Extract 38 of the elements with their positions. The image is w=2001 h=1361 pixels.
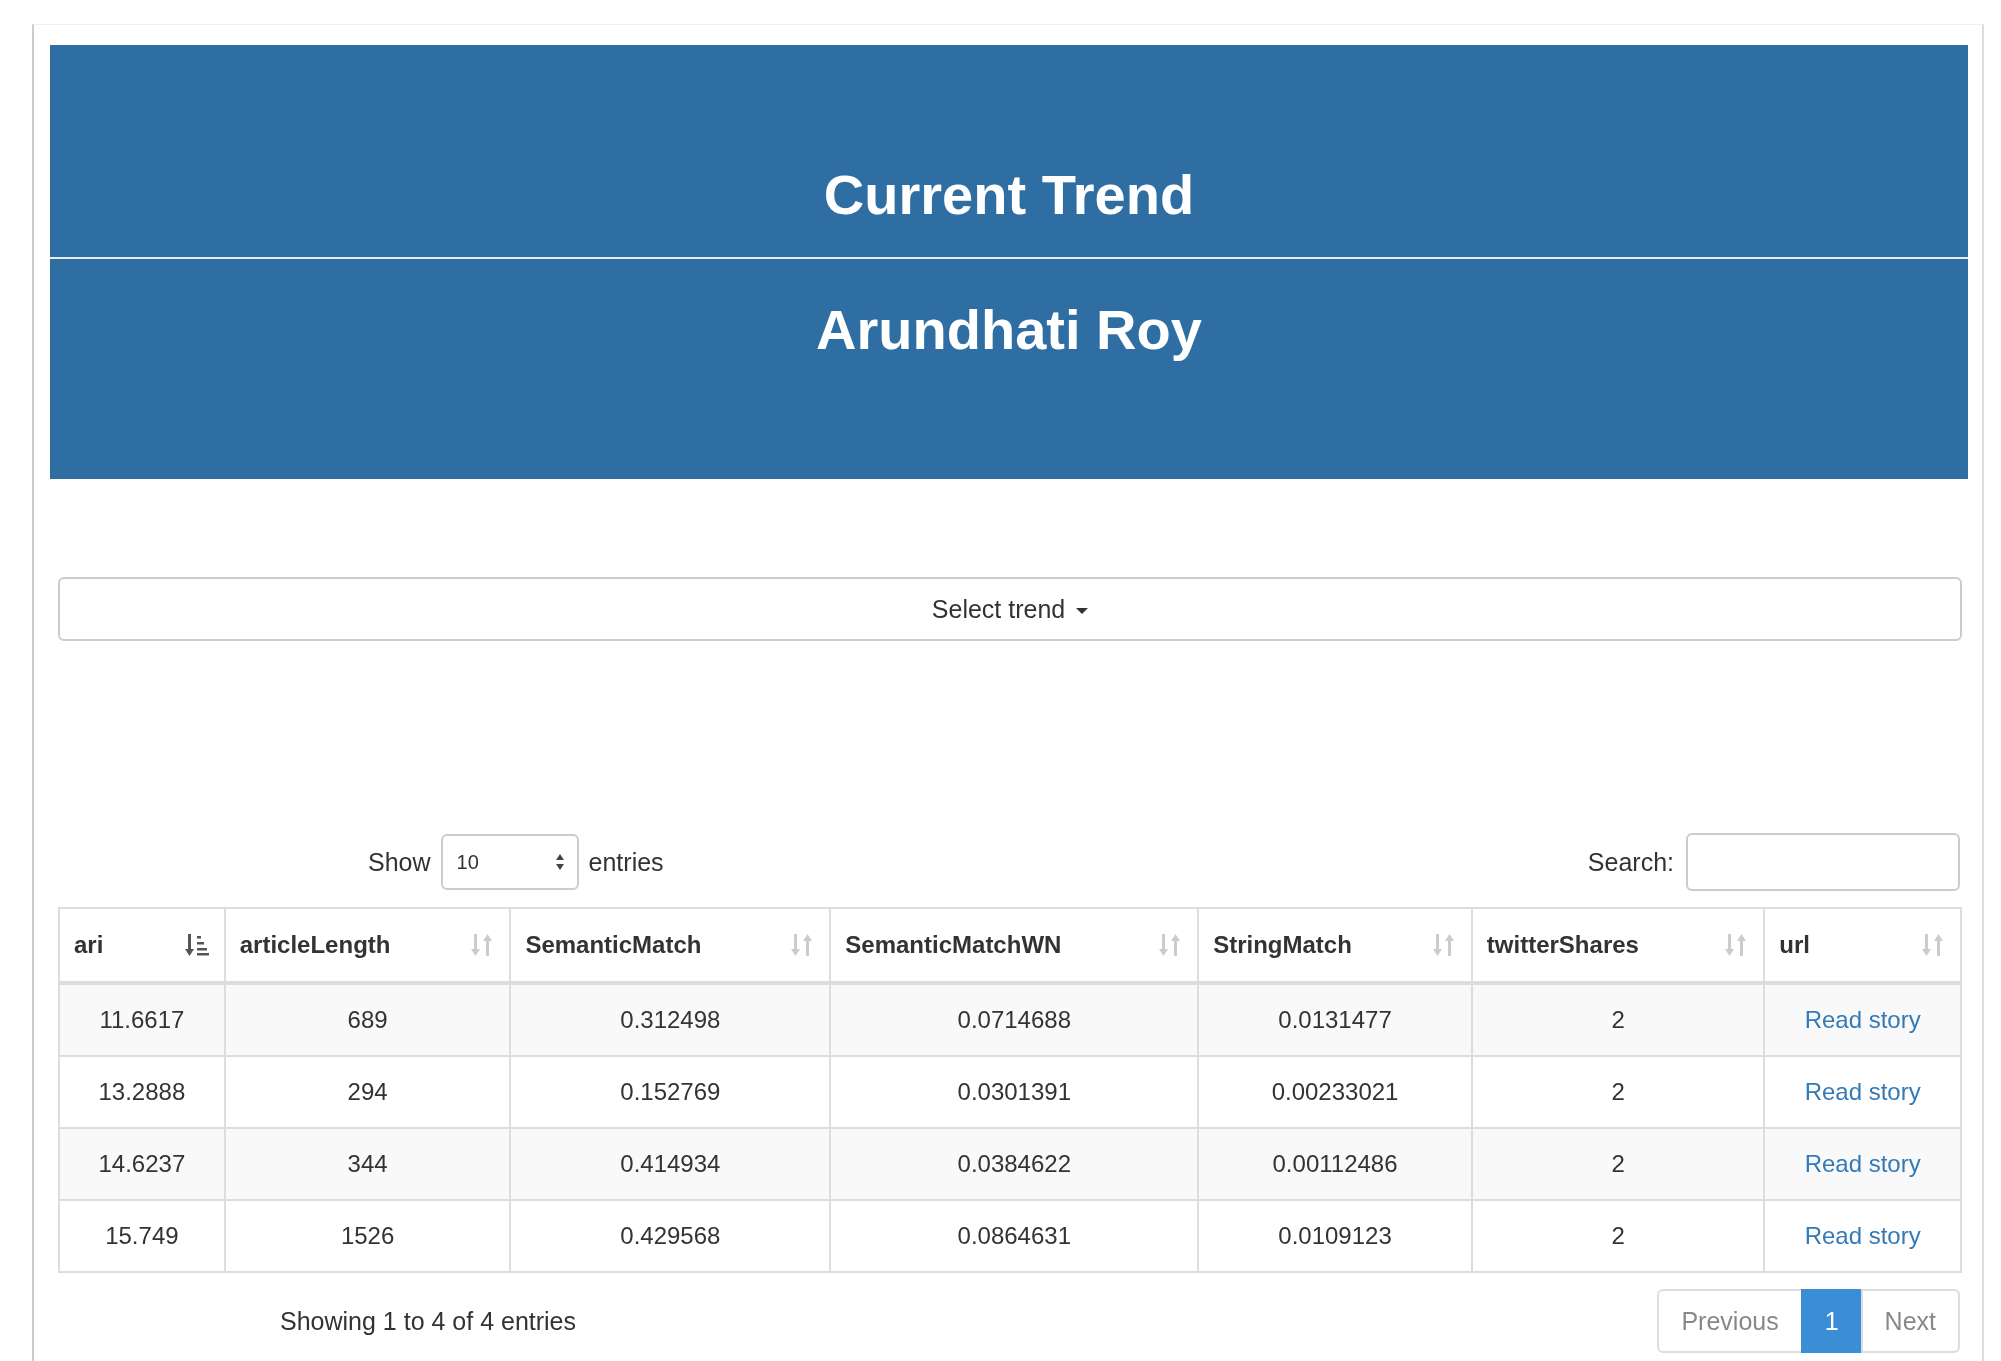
table-cell: 0.0384622 — [957, 1150, 1071, 1177]
banner-title: Current Trend — [823, 162, 1195, 227]
table-cell: 0.414934 — [620, 1150, 721, 1177]
page-button[interactable]: Previous — [1657, 1289, 1803, 1353]
table-cell: 344 — [347, 1150, 388, 1177]
updown-icon — [554, 853, 565, 871]
table-cell: 1526 — [340, 1222, 395, 1249]
table-cell: 0.0109123 — [1278, 1222, 1392, 1249]
entries-info: Showing 1 to 4 of 4 entries — [280, 1306, 577, 1336]
table-cell: 0.0714688 — [957, 1006, 1071, 1033]
table-cell: 0.429568 — [620, 1222, 721, 1249]
caret-icon — [1076, 607, 1089, 614]
table-cell: 0.00112486 — [1272, 1150, 1398, 1177]
entries-select[interactable]: 10 — [440, 834, 579, 890]
table-cell: 2 — [1611, 1222, 1625, 1249]
table-cell: 2 — [1611, 1150, 1625, 1177]
table-cell: 2 — [1611, 1078, 1625, 1105]
table-cell: 15.749 — [105, 1222, 179, 1249]
entries-label: entries — [588, 847, 664, 877]
table-cell: 14.6237 — [98, 1150, 186, 1177]
page-button[interactable]: 1 — [1800, 1289, 1863, 1353]
table-cell: 0.0864631 — [957, 1222, 1071, 1249]
table-cell: 2 — [1611, 1006, 1625, 1033]
banner-subtitle: Arundhati Roy — [816, 297, 1202, 362]
table-cell: 294 — [347, 1078, 388, 1105]
page-button[interactable]: Next — [1860, 1289, 1960, 1353]
table-cell: 0.0301391 — [957, 1078, 1071, 1105]
select-trend-dropdown[interactable]: Select trend — [58, 577, 1962, 641]
show-label: Show — [368, 847, 431, 877]
table-cell: 0.312498 — [620, 1006, 721, 1033]
table-cell: 0.152769 — [620, 1078, 721, 1105]
search-label: Search: — [1587, 847, 1674, 877]
table-cell: 689 — [347, 1006, 388, 1033]
table-cell: 0.0131477 — [1278, 1006, 1392, 1033]
table-cell: 0.00233021 — [1271, 1078, 1399, 1105]
table-cell: 11.6617 — [99, 1006, 185, 1033]
search-field[interactable] — [1686, 833, 1960, 891]
table-cell: 13.2888 — [98, 1078, 186, 1105]
